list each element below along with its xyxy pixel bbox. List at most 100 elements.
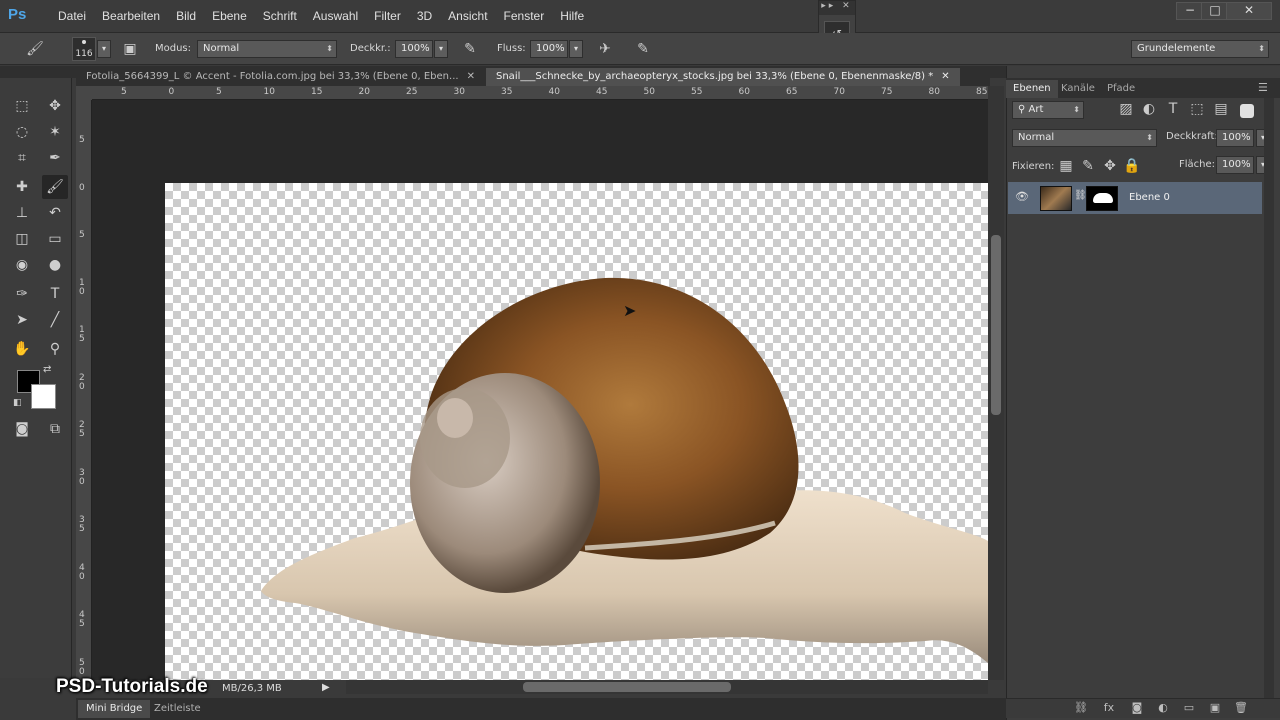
tab-zeitleiste[interactable]: Zeitleiste	[146, 700, 209, 718]
layer-mask-thumbnail[interactable]	[1086, 186, 1118, 211]
menu-ebene[interactable]: Ebene	[204, 9, 255, 23]
menu-ansicht[interactable]: Ansicht	[440, 9, 495, 23]
line-tool-icon[interactable]: ╱	[42, 308, 68, 332]
link-layers-icon[interactable]: ⛓	[1072, 701, 1090, 717]
zoom-tool-icon[interactable]: ⚲	[42, 337, 68, 361]
adjustment-layer-icon[interactable]: ◐	[1154, 701, 1172, 717]
tab-snail[interactable]: Snail___Schnecke_by_archaeopteryx_stocks…	[486, 68, 960, 86]
horizontal-scroll-thumb[interactable]	[523, 682, 731, 692]
visibility-eye-icon[interactable]: 👁	[1015, 190, 1029, 203]
close-button[interactable]: ✕	[1226, 2, 1272, 20]
shape-filter-icon[interactable]: ⬚	[1186, 98, 1208, 120]
blend-mode-dropdown[interactable]: Normal ⬍	[1012, 129, 1157, 147]
mode-dropdown[interactable]: Normal ⬍	[197, 40, 337, 58]
pen-tool-icon[interactable]: ✑	[9, 282, 35, 306]
tab-mini-bridge[interactable]: Mini Bridge	[78, 700, 151, 718]
menu-bild[interactable]: Bild	[168, 9, 204, 23]
lock-position-icon[interactable]: ✥	[1099, 155, 1121, 177]
link-icon[interactable]: ⛓	[1074, 190, 1087, 201]
menu-3d[interactable]: 3D	[409, 9, 440, 23]
type-tool-icon[interactable]: T	[42, 282, 68, 306]
workspace-dropdown[interactable]: Grundelemente ⬍	[1131, 40, 1269, 58]
pixel-filter-icon[interactable]: ▨	[1115, 98, 1137, 120]
tab-kanaele[interactable]: Kanäle	[1054, 80, 1102, 98]
lock-pixels-icon[interactable]: ✎	[1077, 155, 1099, 177]
flow-dropdown[interactable]: ▾	[569, 40, 583, 58]
marquee-tool-icon[interactable]: ⬚	[9, 94, 35, 118]
history-brush-tool-icon[interactable]: ↶	[42, 201, 68, 225]
new-layer-icon[interactable]: ▣	[1206, 701, 1224, 717]
brush-panel-icon[interactable]: ▣	[119, 38, 141, 60]
healing-brush-tool-icon[interactable]: ✚	[9, 175, 35, 199]
swap-colors-icon[interactable]: ⇄	[43, 364, 51, 375]
tab-pfade[interactable]: Pfade	[1100, 80, 1142, 98]
menu-fenster[interactable]: Fenster	[496, 9, 553, 23]
fill-value: 100%	[1222, 159, 1251, 170]
brush-preset-icon[interactable]: 🖌	[24, 38, 46, 60]
menu-filter[interactable]: Filter	[366, 9, 409, 23]
lasso-tool-icon[interactable]: ◌	[9, 120, 35, 144]
screen-mode-icon[interactable]: ⧉	[42, 417, 68, 441]
menu-bearbeiten[interactable]: Bearbeiten	[94, 9, 168, 23]
restore-button[interactable]: □	[1201, 2, 1229, 20]
gradient-tool-icon[interactable]: ▭	[42, 227, 68, 251]
airbrush-icon[interactable]: ✈	[594, 38, 616, 60]
tab-ebenen[interactable]: Ebenen	[1006, 80, 1058, 98]
vertical-ruler[interactable]: 5 0 5 10 15 20 25 30 35 40 45 50	[76, 100, 92, 680]
menu-hilfe[interactable]: Hilfe	[552, 9, 592, 23]
eyedropper-tool-icon[interactable]: ✒	[42, 146, 68, 170]
dodge-tool-icon[interactable]: ●	[42, 253, 68, 277]
layer-row[interactable]: 👁 ⛓ Ebene 0	[1008, 182, 1262, 214]
brush-tool-icon[interactable]: 🖌	[42, 175, 68, 199]
flow-input[interactable]: 100%	[530, 40, 568, 58]
pressure-size-icon[interactable]: ✎	[632, 38, 654, 60]
status-menu-arrow-icon[interactable]: ▶	[322, 682, 330, 693]
filter-toggle[interactable]	[1240, 104, 1254, 118]
move-tool-icon[interactable]: ✥	[42, 94, 68, 118]
close-icon[interactable]: ✕	[941, 71, 949, 82]
clone-stamp-tool-icon[interactable]: ⊥	[9, 201, 35, 225]
quick-mask-icon[interactable]: ◙	[9, 417, 35, 441]
blur-tool-icon[interactable]: ◉	[9, 253, 35, 277]
new-group-icon[interactable]: ▭	[1180, 701, 1198, 717]
hand-tool-icon[interactable]: ✋	[9, 337, 35, 361]
menu-auswahl[interactable]: Auswahl	[305, 9, 366, 23]
layer-opacity-input[interactable]: 100%	[1216, 129, 1254, 147]
document-canvas[interactable]: ➤	[165, 183, 988, 680]
opacity-input[interactable]: 100%	[395, 40, 433, 58]
adjustment-filter-icon[interactable]: ◐	[1138, 98, 1160, 120]
menu-datei[interactable]: Datei	[50, 9, 94, 23]
minimize-button[interactable]: −	[1176, 2, 1204, 20]
opacity-dropdown[interactable]: ▾	[434, 40, 448, 58]
canvas-area[interactable]: ➤	[92, 100, 988, 680]
menu-schrift[interactable]: Schrift	[255, 9, 305, 23]
eraser-tool-icon[interactable]: ◫	[9, 227, 35, 251]
tab-fotolia[interactable]: Fotolia_5664399_L © Accent - Fotolia.com…	[76, 68, 485, 86]
type-filter-icon[interactable]: T	[1162, 98, 1184, 120]
lock-transparency-icon[interactable]: ▦	[1055, 155, 1077, 177]
layer-filter-dropdown[interactable]: ⚲ Art ⬍	[1012, 101, 1084, 119]
crop-tool-icon[interactable]: ⌗	[9, 146, 35, 170]
trash-icon[interactable]: 🗑	[1232, 701, 1250, 717]
lock-all-icon[interactable]: 🔒	[1121, 155, 1143, 177]
ruler-tick-label: 15	[79, 325, 85, 344]
brush-size-dropdown[interactable]: ▾	[97, 40, 111, 58]
layer-thumbnail[interactable]	[1040, 186, 1072, 211]
ruler-origin[interactable]	[76, 86, 92, 100]
close-icon[interactable]: ✕	[467, 71, 475, 82]
pressure-opacity-icon[interactable]: ✎	[459, 38, 481, 60]
layers-scrollbar[interactable]	[1264, 98, 1274, 698]
panel-header[interactable]: ▸▸ ✕	[819, 1, 855, 15]
vertical-scroll-thumb[interactable]	[991, 235, 1001, 415]
fx-icon[interactable]: fx	[1100, 701, 1118, 717]
default-colors-icon[interactable]: ◧	[13, 398, 22, 408]
fill-input[interactable]: 100%	[1216, 156, 1254, 174]
brush-size-picker[interactable]: 116	[72, 37, 96, 61]
path-selection-tool-icon[interactable]: ➤	[9, 308, 35, 332]
magic-wand-tool-icon[interactable]: ✶	[42, 120, 68, 144]
background-color-swatch[interactable]	[31, 384, 56, 409]
add-mask-icon[interactable]: ◙	[1128, 701, 1146, 717]
horizontal-ruler[interactable]: 5 0 5 10 15 20 25 30 35 40 45 50 55 60 65 70 75 80 85	[92, 86, 988, 100]
panel-menu-icon[interactable]: ☰	[1258, 81, 1268, 94]
smartobject-filter-icon[interactable]: ▤	[1210, 98, 1232, 120]
